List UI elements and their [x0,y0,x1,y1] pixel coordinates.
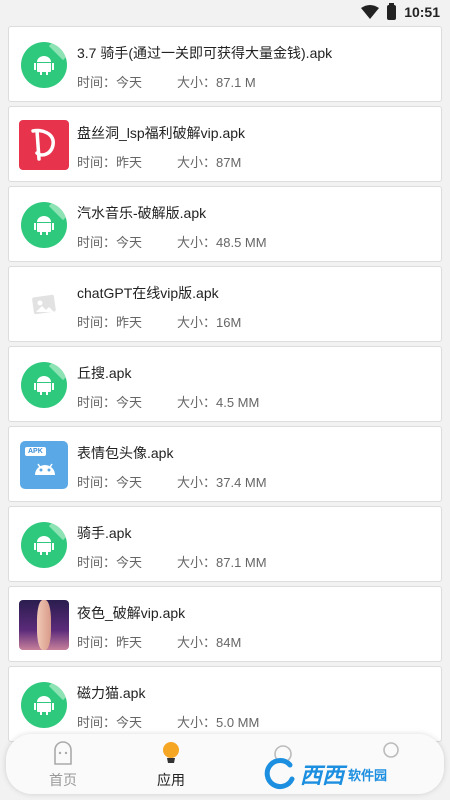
item-size: 大小：4.5 MM [177,395,260,410]
item-size: 大小：87.1 MM [177,555,267,570]
apk-icon: APK [19,440,69,490]
list-item[interactable]: 丘搜.apk 时间：今天 大小：4.5 MM [8,346,442,422]
item-size: 大小：84M [177,635,242,650]
android-icon [19,680,69,730]
android-icon [19,360,69,410]
home-icon [54,741,72,765]
item-title: 夜色_破解vip.apk [77,605,186,621]
list-item[interactable]: APK 表情包头像.apk 时间：今天 大小：37.4 MM [8,426,442,502]
yese-app-icon [19,600,69,650]
list-item[interactable]: 盘丝洞_lsp福利破解vip.apk 时间：昨天 大小：87M [8,106,442,182]
nav-home[interactable]: 首页 [8,734,118,794]
image-placeholder-icon [19,280,69,330]
android-icon [19,200,69,250]
list-item[interactable]: chatGPT在线vip版.apk 时间：昨天 大小：16M [8,266,442,342]
status-bar: 10:51 [0,0,450,24]
wifi-icon [361,5,380,19]
list-item[interactable]: 汽水音乐-破解版.apk 时间：今天 大小：48.5 MM [8,186,442,262]
android-icon [19,520,69,570]
status-time: 10:51 [404,4,440,20]
list-item[interactable]: 磁力猫.apk 时间：今天 大小：5.0 MM [8,666,442,742]
android-icon [19,40,69,90]
item-time: 时间：今天 [77,395,143,410]
item-title: 骑手.apk [77,525,132,541]
item-time: 时间：今天 [77,235,143,250]
nav-apps-label: 应用 [157,772,185,788]
item-time: 时间：今天 [77,555,143,570]
item-time: 时间：今天 [77,475,143,490]
watermark-sub: 软件园 [348,767,388,783]
item-size: 大小：16M [177,315,242,330]
item-size: 大小：87M [177,155,242,170]
item-size: 大小：87.1 M [177,75,256,90]
item-time: 时间：今天 [77,715,143,730]
item-title: 盘丝洞_lsp福利破解vip.apk [77,125,246,141]
item-title: 3.7 骑手(通过一关即可获得大量金钱).apk [77,45,333,61]
item-title: 丘搜.apk [77,365,132,381]
item-title: 表情包头像.apk [77,445,174,461]
item-title: 汽水音乐-破解版.apk [77,205,207,221]
item-size: 大小：48.5 MM [177,235,267,250]
item-time: 时间：昨天 [77,155,143,170]
item-size: 大小：5.0 MM [177,715,260,730]
pansi-app-icon [19,120,69,170]
item-time: 时间：昨天 [77,315,143,330]
list-item[interactable]: 骑手.apk 时间：今天 大小：87.1 MM [8,506,442,582]
site-watermark-logo: 西西 软件园 [262,752,450,796]
watermark-main: 西西 [300,763,345,788]
list-item[interactable]: 3.7 骑手(通过一关即可获得大量金钱).apk 时间：今天 大小：87.1 M [8,26,442,102]
nav-apps[interactable]: 应用 [116,734,226,794]
watermark-logo-icon [264,758,295,790]
nav-home-label: 首页 [49,772,77,788]
apps-icon [163,742,179,763]
item-size: 大小：37.4 MM [177,475,267,490]
battery-icon [387,2,397,20]
item-title: 磁力猫.apk [77,685,146,701]
item-title: chatGPT在线vip版.apk [77,285,219,301]
list-item[interactable]: 夜色_破解vip.apk 时间：昨天 大小：84M [8,586,442,662]
item-time: 时间：今天 [77,75,143,90]
item-time: 时间：昨天 [77,635,143,650]
